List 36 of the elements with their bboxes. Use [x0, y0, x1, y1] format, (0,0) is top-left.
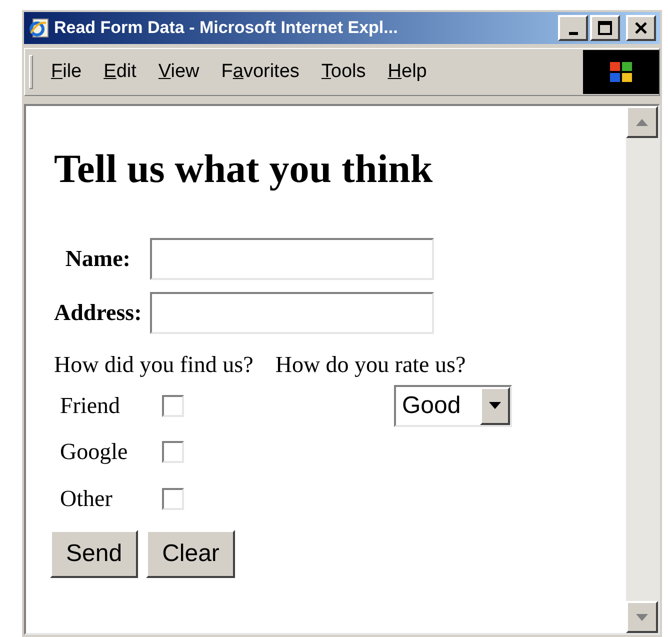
up-arrow-icon [636, 118, 648, 126]
option-label: Friend [60, 392, 122, 420]
scroll-down-button[interactable] [626, 601, 658, 633]
text-field[interactable] [150, 238, 434, 280]
checkbox[interactable] [162, 488, 184, 510]
scroll-up-button[interactable] [626, 106, 658, 138]
menu-item[interactable]: View [158, 58, 200, 86]
minimize-button[interactable] [558, 15, 588, 41]
option-label: Other [60, 484, 114, 512]
option-label: Google [60, 438, 129, 466]
dropdown-arrow-icon [489, 402, 501, 409]
question-text: How did you find us? [54, 351, 254, 379]
menu-item[interactable]: File [51, 58, 82, 86]
menu-item[interactable]: Edit [104, 58, 136, 86]
browser-icon [28, 17, 50, 39]
close-button[interactable] [626, 15, 656, 41]
minimize-icon [568, 32, 578, 34]
checkbox[interactable] [162, 441, 184, 464]
windows-flag-icon [608, 60, 634, 84]
form-button[interactable]: Send [50, 530, 138, 578]
field-label: Address: [54, 298, 142, 327]
down-arrow-icon [636, 614, 648, 620]
text-field[interactable] [150, 292, 434, 334]
maximize-icon [598, 21, 612, 35]
window-title: Read Form Data - Microsoft Internet Expl... [54, 17, 399, 40]
field-label: Name: [64, 244, 132, 273]
page-heading: Tell us what you think [54, 145, 434, 193]
form-button[interactable]: Clear [146, 530, 236, 578]
maximize-button[interactable] [590, 15, 620, 41]
rating-select[interactable]: Good [394, 384, 512, 426]
menu-item[interactable]: Tools [321, 58, 366, 86]
close-icon [634, 21, 648, 35]
menu-item[interactable]: Help [388, 58, 427, 86]
menu-item[interactable]: Favorites [221, 58, 300, 86]
checkbox[interactable] [162, 394, 184, 417]
question-text: How do you rate us? [275, 351, 466, 379]
